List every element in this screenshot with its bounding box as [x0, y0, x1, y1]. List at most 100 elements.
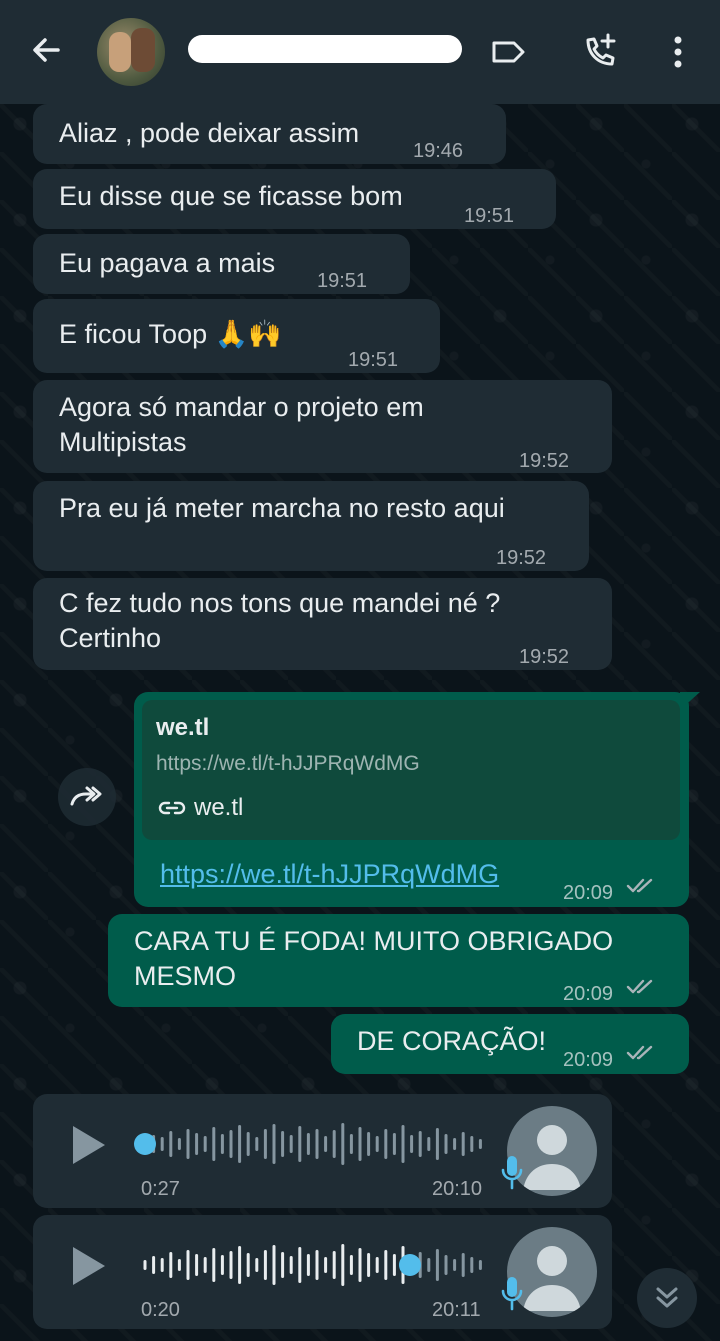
waveform-bar — [212, 1248, 216, 1282]
message-time: 19:51 — [464, 205, 515, 227]
play-icon[interactable] — [69, 1243, 109, 1289]
waveform-bar — [461, 1253, 465, 1277]
waveform-bar — [306, 1133, 310, 1155]
waveform-bar — [160, 1258, 164, 1272]
voice-message: 0:20 20:11 — [33, 1215, 612, 1329]
voice-message: 0:27 20:10 — [33, 1094, 612, 1208]
message-time: 20:09 — [563, 882, 614, 904]
waveform-bar — [255, 1258, 259, 1272]
message-text: Agora só mandar o projeto em Multipistas — [59, 392, 424, 457]
message-link[interactable]: https://we.tl/t-hJJPRqWdMG — [160, 857, 499, 892]
message-time: 20:09 — [563, 1049, 614, 1071]
message-incoming[interactable]: Pra eu já meter marcha no resto aqui 19:… — [33, 481, 589, 571]
waveform-bar — [341, 1244, 345, 1286]
message-outgoing[interactable]: CARA TU É FODA! MUITO OBRIGADO MESMO 20:… — [108, 914, 689, 1007]
playback-handle[interactable] — [398, 1254, 421, 1276]
waveform-bar — [401, 1125, 405, 1163]
waveform-bar — [470, 1136, 474, 1152]
forward-icon — [70, 786, 102, 806]
waveform-bar — [238, 1125, 242, 1163]
waveform-bar — [384, 1250, 388, 1280]
waveform-bar — [367, 1132, 371, 1156]
message-incoming[interactable]: Eu disse que se ficasse bom 19:51 — [33, 169, 556, 229]
audio-waveform[interactable] — [133, 1237, 493, 1293]
link-preview-url: https://we.tl/t-hJJPRqWdMG — [156, 752, 420, 775]
contact-avatar[interactable] — [97, 18, 165, 86]
waveform-bar — [212, 1127, 216, 1161]
message-incoming[interactable]: Agora só mandar o projeto em Multipistas… — [33, 380, 612, 473]
message-incoming[interactable]: Eu pagava a mais 19:51 — [33, 234, 410, 294]
message-incoming[interactable]: C fez tudo nos tons que mandei né ? Cert… — [33, 578, 612, 670]
chat-header — [0, 0, 720, 104]
waveform-bar — [281, 1131, 285, 1157]
mic-icon — [501, 1156, 523, 1190]
waveform-bar — [418, 1131, 422, 1157]
message-time: 20:11 — [432, 1299, 481, 1321]
waveform-bar — [315, 1250, 319, 1280]
waveform-bar — [229, 1251, 233, 1279]
message-time: 19:52 — [496, 547, 547, 569]
message-incoming[interactable]: E ficou Toop 🙏🙌 19:51 — [33, 299, 440, 373]
scroll-to-bottom-button[interactable] — [637, 1268, 697, 1328]
waveform-bar — [324, 1136, 328, 1152]
waveform-bar — [289, 1135, 293, 1153]
waveform-bar — [435, 1249, 439, 1281]
message-time: 19:51 — [317, 270, 368, 292]
waveform-bar — [392, 1254, 396, 1276]
waveform-bar — [255, 1137, 259, 1151]
waveform-bar — [246, 1132, 250, 1156]
forward-button[interactable] — [58, 768, 116, 826]
waveform-bar — [324, 1257, 328, 1273]
waveform-bar — [169, 1252, 173, 1278]
voice-duration: 0:20 — [141, 1299, 180, 1321]
waveform-bar — [332, 1130, 336, 1158]
waveform-bar — [410, 1135, 414, 1153]
message-text: DE CORAÇÃO! — [357, 1026, 547, 1056]
waveform-bar — [349, 1134, 353, 1154]
message-incoming[interactable]: Aliaz , pode deixar assim 19:46 — [33, 104, 506, 164]
double-chevron-down-icon — [656, 1287, 678, 1308]
waveform-bar — [315, 1129, 319, 1159]
waveform-bar — [427, 1137, 431, 1151]
waveform-bar — [160, 1137, 164, 1151]
message-text: C fez tudo nos tons que mandei né ? Cert… — [59, 588, 501, 653]
waveform-bar — [384, 1129, 388, 1159]
waveform-bar — [341, 1123, 345, 1165]
waveform-bar — [246, 1253, 250, 1277]
waveform-bar — [358, 1127, 362, 1161]
waveform-bar — [375, 1136, 379, 1152]
waveform-bar — [263, 1250, 267, 1280]
waveform-bar — [453, 1138, 457, 1150]
audio-waveform[interactable] — [133, 1116, 493, 1172]
voice-duration: 0:27 — [141, 1178, 180, 1200]
waveform-bar — [306, 1254, 310, 1276]
waveform-bar — [478, 1260, 482, 1270]
add-call-icon[interactable] — [580, 32, 620, 72]
play-icon[interactable] — [69, 1122, 109, 1168]
message-text: Eu disse que se ficasse bom — [59, 181, 403, 211]
mic-icon — [501, 1277, 523, 1311]
waveform-bar — [203, 1257, 207, 1273]
message-text: Aliaz , pode deixar assim — [59, 118, 360, 148]
bubble-tail — [680, 692, 700, 710]
waveform-bar — [152, 1256, 156, 1274]
waveform-bar — [453, 1259, 457, 1271]
playback-handle[interactable] — [134, 1133, 156, 1155]
label-icon[interactable] — [488, 32, 528, 72]
read-ticks-icon — [626, 1045, 653, 1060]
waveform-bar — [220, 1255, 224, 1275]
link-icon — [158, 801, 186, 815]
link-preview-domain: we.tl — [194, 794, 244, 821]
waveform-bar — [281, 1252, 285, 1278]
contact-name[interactable] — [188, 35, 462, 63]
more-vert-icon[interactable] — [658, 32, 698, 72]
message-text: E ficou Toop 🙏🙌 — [59, 319, 282, 349]
link-preview-card[interactable]: we.tl https://we.tl/t-hJJPRqWdMG we.tl — [142, 700, 680, 840]
waveform-bar — [238, 1246, 242, 1284]
back-arrow-icon[interactable] — [26, 30, 66, 70]
message-outgoing[interactable]: DE CORAÇÃO! 20:09 — [331, 1014, 689, 1074]
waveform-bar — [186, 1250, 190, 1280]
waveform-bar — [195, 1133, 199, 1155]
message-time: 19:46 — [413, 140, 464, 162]
waveform-bar — [358, 1248, 362, 1282]
